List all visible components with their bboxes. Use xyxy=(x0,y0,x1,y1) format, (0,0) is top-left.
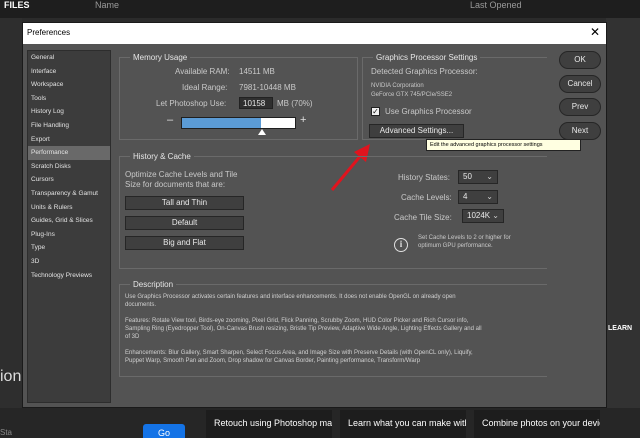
learn-card-combine[interactable]: Combine photos on your device with Photo… xyxy=(474,410,600,438)
use-gpu-label: Use Graphics Processor xyxy=(385,107,472,116)
memory-slider-fill xyxy=(182,118,262,128)
learn-card-retouch[interactable]: Retouch using Photoshop magic on your mo… xyxy=(206,410,332,438)
description-p2-line2: Sampling Ring (Eyedropper Tool), On-Canv… xyxy=(125,326,482,332)
cache-tile-size-dropdown[interactable]: 1024K ⌄ xyxy=(462,209,504,223)
sidebar-item-units-rulers[interactable]: Units & Rulers xyxy=(28,201,110,215)
description-p1-line1: Use Graphics Processor activates certain… xyxy=(125,294,456,300)
cache-levels-dropdown[interactable]: 4 ⌄ xyxy=(458,190,498,204)
learn-label: LEARN xyxy=(608,325,633,332)
gpu-vendor: NVIDIA Corporation xyxy=(371,83,424,89)
sidebar-item-plugins[interactable]: Plug-Ins xyxy=(28,228,110,242)
advanced-settings-button[interactable]: Advanced Settings... xyxy=(369,124,464,138)
cache-info-line2: optimum GPU performance. xyxy=(418,243,493,249)
memory-increase-icon[interactable]: + xyxy=(300,114,306,126)
go-button[interactable]: Go xyxy=(143,424,185,438)
detected-gpu-label: Detected Graphics Processor: xyxy=(371,67,478,76)
cache-tile-size-label: Cache Tile Size: xyxy=(394,213,452,222)
memory-use-unit: MB (70%) xyxy=(277,99,313,108)
sidebar-item-file-handling[interactable]: File Handling xyxy=(28,119,110,133)
let-photoshop-use-label: Let Photoshop Use: xyxy=(156,99,227,108)
files-label: FILES xyxy=(4,0,30,10)
advanced-settings-tooltip: Edit the advanced graphics processor set… xyxy=(426,139,581,151)
preferences-sidebar: General Interface Workspace Tools Histor… xyxy=(27,50,111,403)
description-title: Description xyxy=(130,280,177,289)
description-p3-line1: Enhancements: Blur Gallery, Smart Sharpe… xyxy=(125,350,473,356)
history-states-value: 50 xyxy=(463,172,472,181)
memory-usage-title: Memory Usage xyxy=(130,53,191,62)
history-states-label: History States: xyxy=(398,173,451,182)
ideal-range-value: 7981-10448 MB xyxy=(239,83,296,92)
prev-button[interactable]: Prev xyxy=(559,98,601,116)
history-states-dropdown[interactable]: 50 ⌄ xyxy=(458,170,498,184)
cache-info-line1: Set Cache Levels to 2 or higher for xyxy=(418,235,511,241)
history-cache-title: History & Cache xyxy=(130,152,194,161)
sidebar-item-scratch-disks[interactable]: Scratch Disks xyxy=(28,160,110,174)
close-icon[interactable]: ✕ xyxy=(590,25,600,39)
gpu-settings-title: Graphics Processor Settings xyxy=(373,53,481,62)
cancel-button[interactable]: Cancel xyxy=(559,75,601,93)
memory-slider[interactable] xyxy=(181,117,296,129)
tall-and-thin-button[interactable]: Tall and Thin xyxy=(125,196,244,210)
memory-decrease-icon[interactable]: – xyxy=(167,114,173,126)
memory-slider-thumb[interactable] xyxy=(257,129,266,135)
description-text: Use Graphics Processor activates certain… xyxy=(125,293,545,365)
sidebar-item-transparency[interactable]: Transparency & Gamut xyxy=(28,187,110,201)
last-opened-column-header[interactable]: Last Opened xyxy=(470,0,522,10)
description-p3-line2: Puppet Warp, Smooth Pan and Zoom, Drop s… xyxy=(125,358,421,364)
sidebar-item-tools[interactable]: Tools xyxy=(28,92,110,106)
sidebar-item-workspace[interactable]: Workspace xyxy=(28,78,110,92)
gpu-model: GeForce GTX 745/PCIe/SSE2 xyxy=(371,92,453,98)
optimize-text-line1: Optimize Cache Levels and Tile xyxy=(125,170,238,179)
sidebar-item-history-log[interactable]: History Log xyxy=(28,105,110,119)
use-gpu-checkbox[interactable]: ✓ xyxy=(371,107,380,116)
default-button[interactable]: Default xyxy=(125,216,244,230)
sidebar-item-3d[interactable]: 3D xyxy=(28,255,110,269)
description-p2-line3: of 3D xyxy=(125,334,140,340)
background-text-fragment-2: Sta xyxy=(0,428,13,437)
cache-tile-size-value: 1024K xyxy=(467,211,491,220)
sidebar-item-performance[interactable]: Performance xyxy=(28,146,110,160)
cache-levels-label: Cache Levels: xyxy=(401,193,452,202)
sidebar-item-interface[interactable]: Interface xyxy=(28,65,110,79)
sidebar-item-general[interactable]: General xyxy=(28,51,110,65)
chevron-down-icon: ⌄ xyxy=(492,211,499,220)
cache-levels-value: 4 xyxy=(463,192,468,201)
name-column-header[interactable]: Name xyxy=(95,0,119,10)
big-and-flat-button[interactable]: Big and Flat xyxy=(125,236,244,250)
ideal-range-label: Ideal Range: xyxy=(182,83,228,92)
description-p1-line2: documents. xyxy=(125,302,157,308)
sidebar-item-technology-previews[interactable]: Technology Previews xyxy=(28,269,110,283)
description-p2-line1: Features: Rotate View tool, Birds-eye zo… xyxy=(125,318,469,324)
learn-card-make[interactable]: Learn what you can make with Photoshop xyxy=(340,410,466,438)
available-ram-value: 14511 MB xyxy=(239,67,275,76)
sidebar-item-guides[interactable]: Guides, Grid & Slices xyxy=(28,214,110,228)
next-button[interactable]: Next xyxy=(559,122,601,140)
chevron-down-icon: ⌄ xyxy=(486,172,493,181)
dialog-titlebar: Preferences ✕ xyxy=(23,23,606,44)
sidebar-item-export[interactable]: Export xyxy=(28,133,110,147)
memory-use-input[interactable]: 10158 xyxy=(239,97,273,109)
optimize-text-line2: Size for documents that are: xyxy=(125,180,226,189)
sidebar-item-cursors[interactable]: Cursors xyxy=(28,173,110,187)
chevron-down-icon: ⌄ xyxy=(486,192,493,201)
info-icon: i xyxy=(394,238,408,252)
background-text-fragment: ion xyxy=(0,368,22,385)
sidebar-item-type[interactable]: Type xyxy=(28,241,110,255)
available-ram-label: Available RAM: xyxy=(175,67,230,76)
dialog-title: Preferences xyxy=(27,28,71,37)
ok-button[interactable]: OK xyxy=(559,51,601,69)
background-right-panel xyxy=(606,18,640,438)
